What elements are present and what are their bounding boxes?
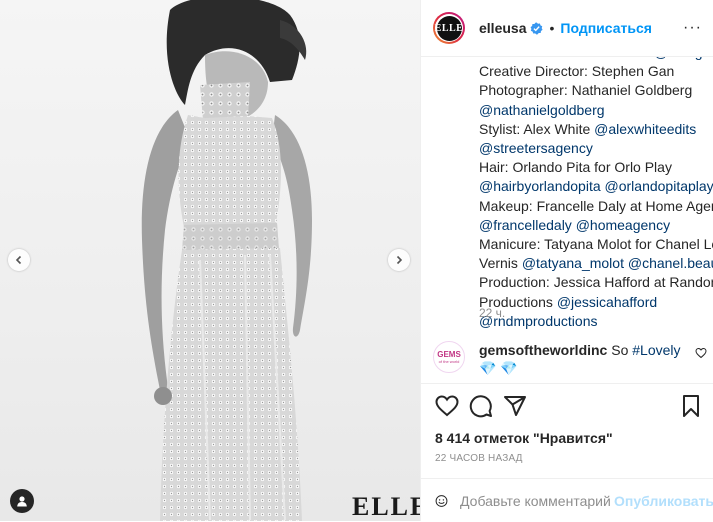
caption-line: @francelledaly @homeagency (479, 216, 699, 235)
caption-text: Editor-in-Chief: Nina Garcia (479, 57, 654, 60)
comment-input[interactable] (460, 492, 611, 509)
mention-link[interactable]: @orlandopitaplay (605, 178, 713, 194)
user-tag-icon (17, 496, 27, 507)
gem-emoji-2: 💎 (500, 360, 518, 376)
caption-text: Production: Jessica Hafford at Random (479, 274, 713, 291)
post-header: ELLE elleusa • Подписаться ··· (421, 0, 713, 57)
caption-text: Hair: Orlando Pita for Orlo Play (479, 159, 672, 176)
caption-line: Makeup: Francelle Daly at Home Agency (479, 197, 713, 216)
comment-item: GEMS of the world gemsoftheworldinc So #… (433, 341, 708, 381)
follow-button[interactable]: Подписаться (560, 20, 652, 36)
author-username[interactable]: elleusa (479, 20, 526, 36)
caption-line: @streetersagency (479, 139, 699, 158)
likes-count[interactable]: 8 414 отметок "Нравится" (435, 430, 613, 446)
mention-link[interactable]: @alexwhiteedits (594, 121, 696, 137)
commenter-avatar[interactable]: GEMS of the world (433, 341, 465, 373)
comments-list[interactable]: Editor-in-Chief: Nina Garcia @ninagarcia… (421, 57, 713, 383)
more-options-button[interactable]: ··· (683, 19, 702, 37)
post-photo[interactable]: ELLE (0, 0, 420, 521)
model-photo-illustration (141, 0, 312, 521)
mention-link[interactable]: @hairbyorlandopita (479, 178, 601, 194)
caption-line: Manicure: Tatyana Molot for Chanel Le (479, 235, 713, 254)
caption-line: @rndmproductions (479, 312, 699, 331)
post-comment-button[interactable]: Опубликовать (614, 493, 713, 509)
caption-text: Vernis (479, 255, 522, 272)
caption-line: Vernis @tatyana_molot @chanel.beauty (479, 254, 713, 273)
mention-link[interactable]: @francelledaly (479, 217, 572, 233)
smiley-icon[interactable] (435, 490, 448, 512)
caption-timestamp[interactable]: 22 ч. (479, 306, 505, 320)
mention-link[interactable]: @jessicahafford (557, 294, 657, 310)
caption-text: Makeup: Francelle Daly at Home Agency (479, 197, 713, 214)
caption-line: Hair: Orlando Pita for Orlo Play (479, 158, 699, 177)
elle-watermark-logo: ELLE (352, 492, 420, 521)
post-sidebar: ELLE elleusa • Подписаться ··· Editor-in… (420, 0, 713, 521)
avatar-logo: ELLE (435, 15, 463, 41)
caption-text: Stylist: Alex White (479, 120, 595, 137)
heart-outline-icon[interactable] (695, 347, 707, 359)
comment-text: gemsoftheworldinc So #Lovely 💎 💎 (479, 341, 689, 377)
mention-link[interactable]: @chanel.beauty (628, 255, 713, 271)
mention-link[interactable]: @streetersagency (479, 140, 593, 156)
chevron-right-icon (396, 255, 403, 265)
caption-line: Productions @jessicahafford (479, 293, 699, 312)
comment-hashtag[interactable]: #Lovely (632, 342, 680, 358)
author-avatar[interactable]: ELLE (433, 12, 465, 44)
post-timestamp[interactable]: 22 ЧАСОВ НАЗАД (435, 453, 523, 464)
heart-icon[interactable] (435, 394, 459, 418)
mention-link[interactable]: @tatyana_molot (522, 255, 624, 271)
paper-plane-icon[interactable] (503, 394, 527, 418)
commenter-username[interactable]: gemsoftheworldinc (479, 342, 607, 358)
verified-badge-icon (531, 21, 544, 35)
caption-line: Production: Jessica Hafford at Random (479, 273, 713, 292)
caption-line: Stylist: Alex White @alexwhiteedits (479, 120, 699, 139)
mention-link[interactable]: @ninagarcia (654, 57, 713, 60)
caption-line: Photographer: Nathaniel Goldberg (479, 81, 699, 100)
separator-dot: • (549, 20, 555, 36)
tagged-users-button[interactable] (10, 489, 34, 513)
caption-line: Creative Director: Stephen Gan (479, 62, 699, 81)
caption-text: Photographer: Nathaniel Goldberg (479, 82, 693, 99)
comment-icon[interactable] (469, 394, 493, 418)
commenter-avatar-logo: GEMS (437, 349, 461, 359)
caption-line: @hairbyorlandopita @orlandopitaplay (479, 177, 713, 196)
caption-text: Manicure: Tatyana Molot for Chanel Le (479, 236, 713, 253)
previous-photo-button[interactable] (8, 249, 30, 271)
add-comment-bar: Опубликовать (421, 478, 713, 522)
avatar-ring: ELLE (435, 14, 463, 42)
mention-link[interactable]: @homeagency (576, 217, 670, 233)
chevron-left-icon (15, 255, 22, 265)
comment-body: So (611, 342, 629, 358)
caption-text: Creative Director: Stephen Gan (479, 63, 675, 80)
next-photo-button[interactable] (388, 249, 410, 271)
commenter-avatar-sub: of the world (438, 358, 460, 364)
caption-line: @nathanielgoldberg (479, 101, 699, 120)
post-caption: Editor-in-Chief: Nina Garcia @ninagarcia… (479, 57, 713, 331)
mention-link[interactable]: @nathanielgoldberg (479, 102, 605, 118)
gem-emoji: 💎 (479, 360, 497, 376)
bookmark-icon[interactable] (679, 394, 703, 418)
post-actions (421, 383, 713, 426)
